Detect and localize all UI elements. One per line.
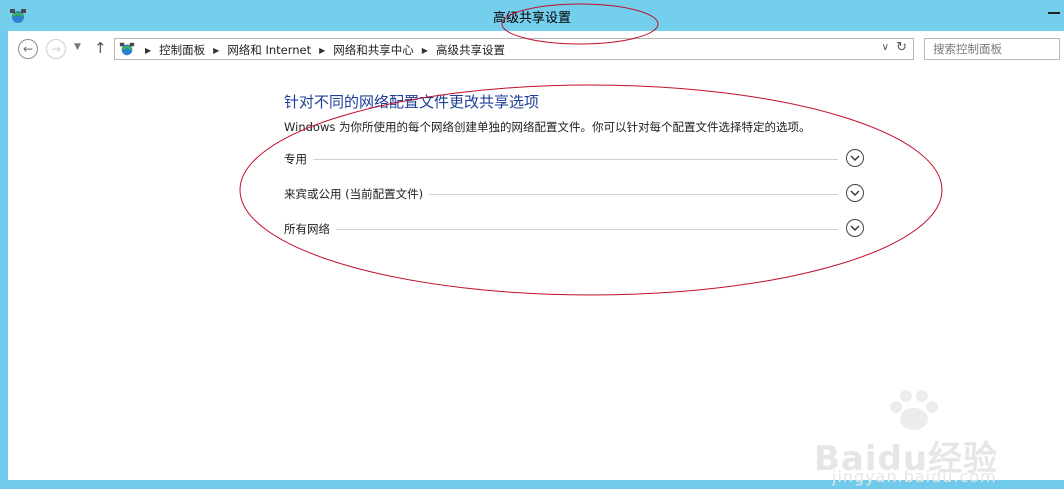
back-icon[interactable]: ←	[18, 39, 38, 59]
paw-icon	[890, 390, 938, 430]
expand-icon[interactable]	[846, 219, 864, 237]
expand-icon[interactable]	[846, 184, 864, 202]
chevron-right-icon[interactable]: ▶	[213, 46, 219, 55]
breadcrumb-network-sharing-center[interactable]: 网络和共享中心	[333, 42, 414, 58]
window-title: 高级共享设置	[492, 11, 571, 26]
section-label: 专用	[284, 151, 313, 167]
divider	[284, 159, 838, 160]
expand-icon[interactable]	[846, 149, 864, 167]
page-description: Windows 为你所使用的每个网络创建单独的网络配置文件。你可以针对每个配置文…	[284, 120, 811, 134]
search-input[interactable]	[925, 39, 1059, 59]
section-all-networks[interactable]: 所有网络	[284, 218, 864, 240]
section-label: 来宾或公用 (当前配置文件)	[284, 186, 430, 202]
chevron-down-icon[interactable]: ▼	[74, 42, 81, 52]
baidu-watermark: Baidu经验 jingyan.baidu.com	[814, 389, 1024, 489]
chevron-right-icon[interactable]: ▶	[422, 46, 428, 55]
address-dropdown-icon[interactable]: ∨	[882, 42, 889, 53]
network-icon	[119, 42, 135, 56]
section-label: 所有网络	[284, 221, 336, 237]
title-bar: 高级共享设置	[0, 0, 1064, 31]
breadcrumb: ▶ 控制面板 ▶ 网络和 Internet ▶ 网络和共享中心 ▶ 高级共享设置	[137, 42, 505, 58]
watermark-url: jingyan.baidu.com	[832, 467, 997, 486]
navigation-bar: ← → ▼ ↑ ▶ 控制面板 ▶ 网络和 Internet ▶ 网络和共享中心 …	[8, 31, 1064, 69]
section-private[interactable]: 专用	[284, 148, 864, 170]
breadcrumb-advanced-sharing[interactable]: 高级共享设置	[436, 42, 505, 58]
page-heading: 针对不同的网络配置文件更改共享选项	[284, 93, 540, 111]
breadcrumb-network-internet[interactable]: 网络和 Internet	[227, 42, 311, 58]
breadcrumb-control-panel[interactable]: 控制面板	[159, 42, 205, 58]
search-box[interactable]	[924, 38, 1060, 60]
window-client: ← → ▼ ↑ ▶ 控制面板 ▶ 网络和 Internet ▶ 网络和共享中心 …	[8, 31, 1064, 486]
address-bar[interactable]: ▶ 控制面板 ▶ 网络和 Internet ▶ 网络和共享中心 ▶ 高级共享设置…	[114, 38, 914, 60]
section-guest-public[interactable]: 来宾或公用 (当前配置文件)	[284, 183, 864, 205]
divider	[284, 229, 838, 230]
refresh-icon[interactable]: ↻	[896, 40, 907, 55]
chevron-right-icon[interactable]: ▶	[319, 46, 325, 55]
chevron-right-icon[interactable]: ▶	[145, 46, 151, 55]
up-arrow-icon[interactable]: ↑	[94, 39, 107, 57]
forward-icon[interactable]: →	[46, 39, 66, 59]
minimize-icon[interactable]	[1048, 12, 1060, 14]
